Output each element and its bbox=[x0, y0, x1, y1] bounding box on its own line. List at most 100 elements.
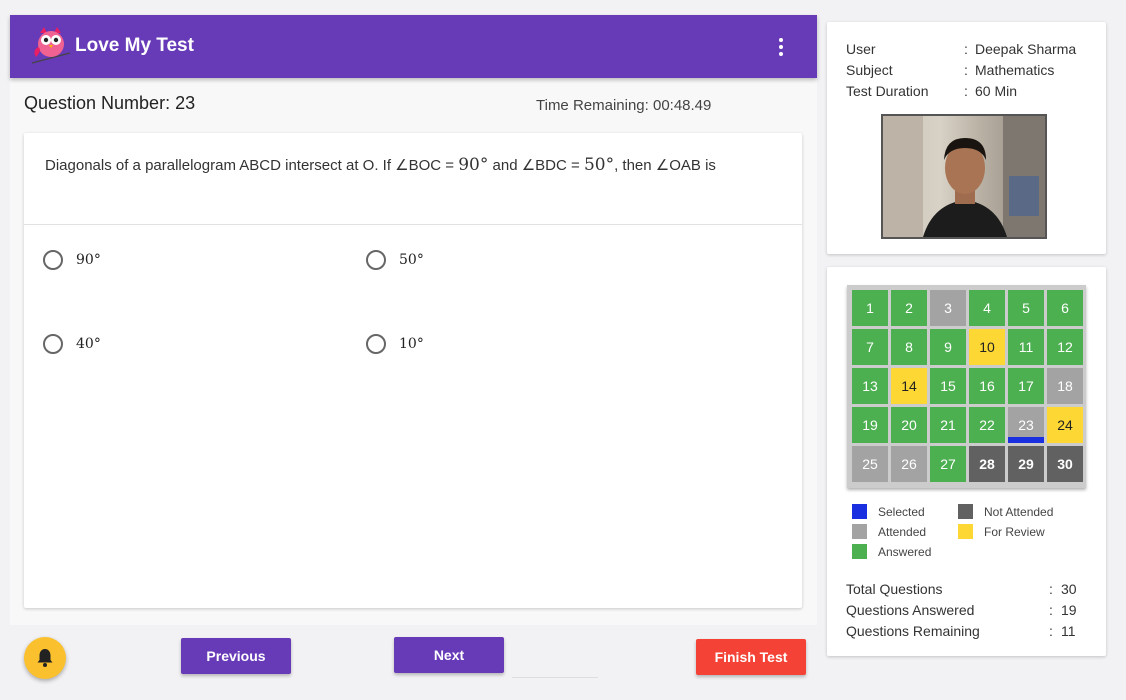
question-cell-21[interactable]: 21 bbox=[930, 407, 966, 443]
question-cell-28[interactable]: 28 bbox=[969, 446, 1005, 482]
legend-selected: Selected bbox=[852, 504, 925, 519]
stat-key: Total Questions bbox=[846, 581, 943, 597]
question-cell-15[interactable]: 15 bbox=[930, 368, 966, 404]
stat-key: Questions Answered bbox=[846, 602, 975, 618]
question-cell-7[interactable]: 7 bbox=[852, 329, 888, 365]
question-cell-3[interactable]: 3 bbox=[930, 290, 966, 326]
question-cell-number: 17 bbox=[1018, 378, 1034, 394]
question-cell-23[interactable]: 23 bbox=[1008, 407, 1044, 443]
question-cell-13[interactable]: 13 bbox=[852, 368, 888, 404]
legend-swatch-answered bbox=[852, 544, 867, 559]
divider-line bbox=[512, 677, 598, 678]
question-cell-5[interactable]: 5 bbox=[1008, 290, 1044, 326]
info-value: Mathematics bbox=[975, 62, 1055, 78]
question-cell-14[interactable]: 14 bbox=[891, 368, 927, 404]
app-bar: Love My Test bbox=[10, 15, 817, 78]
bell-icon bbox=[37, 649, 53, 667]
finish-test-button[interactable]: Finish Test bbox=[696, 639, 806, 675]
question-cell-number: 7 bbox=[866, 339, 874, 355]
question-cell-number: 26 bbox=[901, 456, 917, 472]
stat-value: 30 bbox=[1061, 581, 1077, 597]
question-cell-11[interactable]: 11 bbox=[1008, 329, 1044, 365]
more-menu-icon[interactable] bbox=[773, 37, 789, 57]
question-cell-22[interactable]: 22 bbox=[969, 407, 1005, 443]
info-colon: : bbox=[964, 83, 968, 99]
question-cell-19[interactable]: 19 bbox=[852, 407, 888, 443]
question-cell-number: 2 bbox=[905, 300, 913, 316]
info-colon: : bbox=[964, 41, 968, 57]
option-3-radio[interactable] bbox=[43, 334, 63, 354]
question-cell-number: 18 bbox=[1057, 378, 1073, 394]
question-cell-8[interactable]: 8 bbox=[891, 329, 927, 365]
option-1-radio[interactable] bbox=[43, 250, 63, 270]
option-4-radio[interactable] bbox=[366, 334, 386, 354]
legend-label: For Review bbox=[984, 524, 1045, 539]
question-cell-29[interactable]: 29 bbox=[1008, 446, 1044, 482]
stat-value: 11 bbox=[1061, 623, 1076, 639]
question-math-angle-2: 50° bbox=[583, 155, 615, 175]
question-cell-26[interactable]: 26 bbox=[891, 446, 927, 482]
question-cell-number: 12 bbox=[1057, 339, 1073, 355]
option-2[interactable]: 50° bbox=[366, 250, 424, 270]
question-cell-30[interactable]: 30 bbox=[1047, 446, 1083, 482]
question-cell-25[interactable]: 25 bbox=[852, 446, 888, 482]
stat-questions-remaining: Questions Remaining : 11 bbox=[846, 623, 1076, 639]
question-number: Question Number: 23 bbox=[24, 93, 196, 113]
question-cell-number: 3 bbox=[944, 300, 952, 316]
question-cell-9[interactable]: 9 bbox=[930, 329, 966, 365]
question-cell-17[interactable]: 17 bbox=[1008, 368, 1044, 404]
selected-indicator bbox=[1008, 437, 1044, 443]
question-cell-number: 23 bbox=[1018, 417, 1034, 433]
info-colon: : bbox=[964, 62, 968, 78]
question-text: Diagonals of a parallelogram ABCD inters… bbox=[45, 155, 716, 175]
legend-label: Not Attended bbox=[984, 504, 1054, 519]
question-grid: 1 2 3 4 5 6 7 8 9 10 11 12 13 14 15 16 17 18 19 20 21 22 23 24 2… bbox=[847, 285, 1086, 488]
option-4-label: 10° bbox=[399, 336, 424, 352]
previous-button[interactable]: Previous bbox=[181, 638, 291, 674]
question-text-part: , then ∠OAB is bbox=[614, 157, 716, 174]
question-cell-number: 1 bbox=[866, 300, 874, 316]
question-cell-number: 4 bbox=[983, 300, 991, 316]
option-2-radio[interactable] bbox=[366, 250, 386, 270]
question-card: Diagonals of a parallelogram ABCD inters… bbox=[24, 133, 802, 608]
question-cell-27[interactable]: 27 bbox=[930, 446, 966, 482]
question-cell-16[interactable]: 16 bbox=[969, 368, 1005, 404]
legend-attended: Attended bbox=[852, 524, 926, 539]
main-area: Love My Test Question Number: 23 Time Re… bbox=[10, 15, 817, 625]
question-cell-12[interactable]: 12 bbox=[1047, 329, 1083, 365]
question-cell-24[interactable]: 24 bbox=[1047, 407, 1083, 443]
legend-swatch-attended bbox=[852, 524, 867, 539]
legend-label: Answered bbox=[878, 544, 932, 559]
question-cell-number: 29 bbox=[1018, 456, 1034, 472]
question-cell-6[interactable]: 6 bbox=[1047, 290, 1083, 326]
option-1[interactable]: 90° bbox=[43, 250, 101, 270]
stat-key: Questions Remaining bbox=[846, 623, 980, 639]
question-cell-1[interactable]: 1 bbox=[852, 290, 888, 326]
question-cell-20[interactable]: 20 bbox=[891, 407, 927, 443]
question-cell-10[interactable]: 10 bbox=[969, 329, 1005, 365]
legend-answered: Answered bbox=[852, 544, 931, 559]
question-cell-4[interactable]: 4 bbox=[969, 290, 1005, 326]
legend-swatch-not-attended bbox=[958, 504, 973, 519]
option-3[interactable]: 40° bbox=[43, 334, 101, 354]
question-cell-18[interactable]: 18 bbox=[1047, 368, 1083, 404]
question-text-part: and ∠BDC = bbox=[488, 157, 584, 174]
info-value: 60 Min bbox=[975, 83, 1018, 99]
notification-bell-button[interactable] bbox=[24, 637, 66, 679]
option-4[interactable]: 10° bbox=[366, 334, 424, 354]
next-button[interactable]: Next bbox=[394, 637, 504, 673]
info-key: Subject bbox=[846, 62, 893, 78]
question-cell-number: 25 bbox=[862, 456, 878, 472]
question-cell-number: 21 bbox=[940, 417, 956, 433]
info-value: Deepak Sharma bbox=[975, 41, 1077, 57]
app-title: Love My Test bbox=[75, 35, 194, 56]
user-info-panel: User : Deepak Sharma Subject : Mathemati… bbox=[827, 22, 1106, 254]
option-3-label: 40° bbox=[76, 336, 101, 352]
stat-value: 19 bbox=[1061, 602, 1077, 618]
question-cell-number: 28 bbox=[979, 456, 995, 472]
info-key: User bbox=[846, 41, 876, 57]
question-cell-number: 24 bbox=[1057, 417, 1073, 433]
question-cell-2[interactable]: 2 bbox=[891, 290, 927, 326]
question-cell-number: 27 bbox=[940, 456, 956, 472]
user-silhouette-icon bbox=[883, 116, 1045, 237]
